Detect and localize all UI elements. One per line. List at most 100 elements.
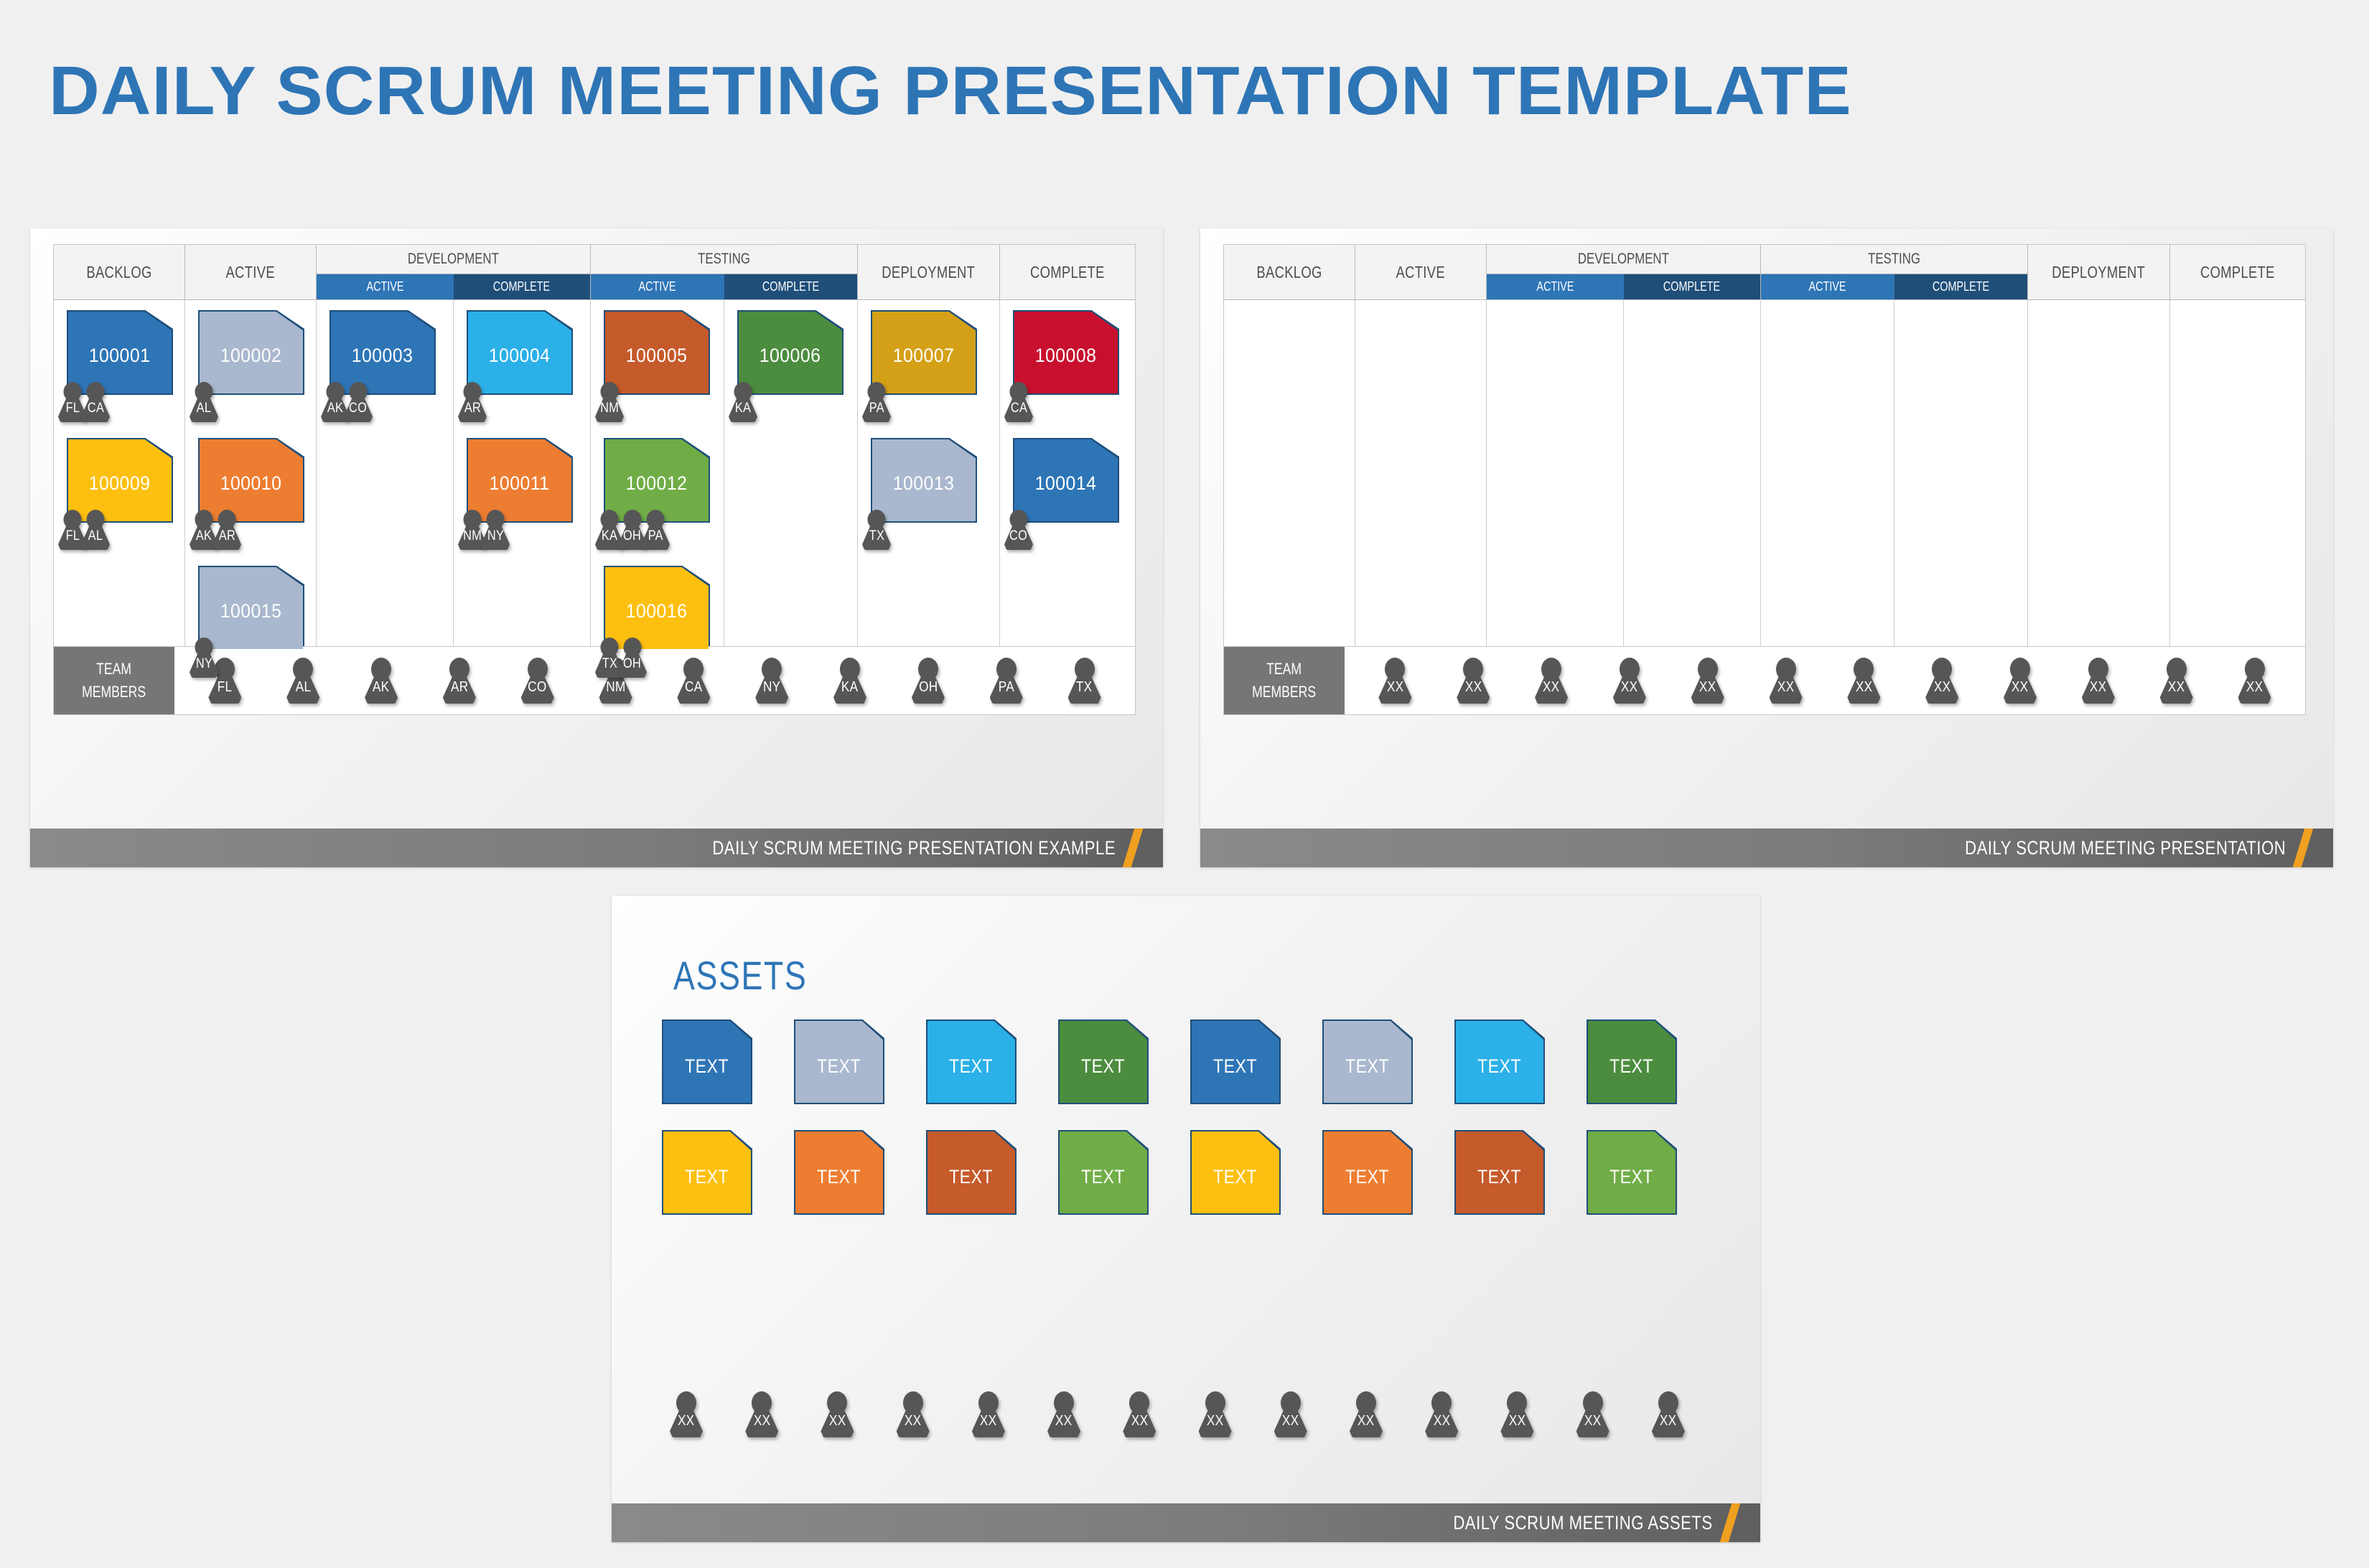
story-card[interactable]: 100011 NM NY bbox=[454, 428, 590, 556]
team-members-avatars: FL AL AK AR CO NM CA NY KA OH PA TX bbox=[174, 647, 1135, 714]
board-column[interactable] bbox=[1355, 300, 1487, 683]
assets-row: TEXT TEXT TEXT TEXT TEXT TEXT TEXT TEXT bbox=[662, 1130, 1710, 1215]
story-card[interactable]: 100014 CO bbox=[1000, 428, 1135, 556]
board-column[interactable]: 100006 KA bbox=[724, 300, 858, 683]
slide-footer-example: DAILY SCRUM MEETING PRESENTATION EXAMPLE bbox=[30, 829, 1163, 867]
avatar-initials: KA bbox=[734, 401, 752, 416]
asset-swatch[interactable]: TEXT bbox=[662, 1019, 752, 1104]
board-column[interactable]: 100003 AK CO bbox=[317, 300, 454, 683]
board-column[interactable]: 100008 CA 100014 CO bbox=[1000, 300, 1135, 683]
story-card[interactable]: 100012 KA OH PA bbox=[591, 428, 724, 556]
asset-label: TEXT bbox=[1477, 1165, 1522, 1187]
asset-swatch[interactable]: TEXT bbox=[1058, 1130, 1149, 1215]
avatar-initials: XX bbox=[1131, 1413, 1149, 1429]
team-member-avatar: XX bbox=[1272, 1391, 1309, 1437]
assignee-avatar: OH bbox=[617, 638, 648, 678]
avatar-initials: XX bbox=[1699, 679, 1716, 695]
group-title-testing: TESTING bbox=[1761, 245, 2027, 274]
asset-label: TEXT bbox=[817, 1055, 861, 1077]
board-column[interactable]: 100001 FL CA 100009 FL AL bbox=[54, 300, 185, 683]
assignee-avatar: PA bbox=[861, 382, 892, 422]
column-header-complete: COMPLETE bbox=[1000, 245, 1135, 299]
assignee-avatar: AR bbox=[211, 510, 243, 550]
story-card[interactable]: 100013 TX bbox=[858, 428, 999, 556]
assignee-avatar: AR bbox=[457, 382, 488, 422]
story-card[interactable]: 100004 AR bbox=[454, 300, 590, 428]
team-member-avatar: XX bbox=[1121, 1391, 1158, 1437]
board-column[interactable] bbox=[1487, 300, 1624, 683]
board-column[interactable]: 100002 AL 100010 AK AR 100015 NY bbox=[185, 300, 317, 683]
story-card[interactable]: 100003 AK CO bbox=[317, 300, 453, 428]
board-column[interactable] bbox=[1624, 300, 1761, 683]
story-card[interactable]: 100006 KA bbox=[724, 300, 857, 428]
story-card[interactable]: 100010 AK AR bbox=[185, 428, 316, 556]
subcolumn-test-active: ACTIVE bbox=[1761, 274, 1894, 299]
asset-swatch[interactable]: TEXT bbox=[1454, 1130, 1545, 1215]
asset-swatch[interactable]: TEXT bbox=[1190, 1019, 1281, 1104]
story-card[interactable]: 100002 AL bbox=[185, 300, 316, 428]
avatar-initials: AL bbox=[295, 679, 312, 695]
team-member-avatar: AL bbox=[284, 658, 322, 704]
team-member-avatar: AK bbox=[363, 658, 400, 704]
asset-swatch[interactable]: TEXT bbox=[1454, 1019, 1545, 1104]
asset-label: TEXT bbox=[1345, 1055, 1390, 1077]
asset-swatch[interactable]: TEXT bbox=[1322, 1130, 1413, 1215]
asset-label: TEXT bbox=[949, 1165, 994, 1187]
team-member-avatar: NY bbox=[753, 658, 790, 704]
asset-swatch[interactable]: TEXT bbox=[1190, 1130, 1281, 1215]
asset-swatch[interactable]: TEXT bbox=[926, 1130, 1017, 1215]
asset-swatch[interactable]: TEXT bbox=[926, 1019, 1017, 1104]
avatar-initials: CO bbox=[1009, 528, 1028, 543]
assignee-avatar: KA bbox=[727, 382, 759, 422]
column-header-active: ACTIVE bbox=[185, 245, 317, 299]
team-member-avatar: XX bbox=[1650, 1391, 1687, 1437]
story-card[interactable]: 100007 PA bbox=[858, 300, 999, 428]
asset-swatch[interactable]: TEXT bbox=[1587, 1130, 1677, 1215]
board-header-row: BACKLOG ACTIVE DEVELOPMENT ACTIVE COMPLE… bbox=[1224, 245, 2305, 300]
team-member-avatar: XX bbox=[2001, 658, 2039, 704]
avatar-initials: XX bbox=[1282, 1413, 1299, 1429]
avatar-initials: XX bbox=[1464, 679, 1482, 695]
team-member-avatar: XX bbox=[1454, 658, 1492, 704]
avatar-initials: XX bbox=[1206, 1413, 1224, 1429]
board-column[interactable]: 100005 NM 100012 KA OH PA 100016 TX OH bbox=[591, 300, 724, 683]
board-column[interactable] bbox=[1224, 300, 1355, 683]
card-assignees: FL AL bbox=[57, 510, 110, 550]
team-member-avatar: CA bbox=[675, 658, 712, 704]
board-column[interactable] bbox=[1761, 300, 1894, 683]
asset-swatch[interactable]: TEXT bbox=[1587, 1019, 1677, 1104]
board-column[interactable]: 100004 AR 100011 NM NY bbox=[454, 300, 591, 683]
avatar-initials: CA bbox=[685, 679, 703, 695]
team-members-label: TEAM MEMBERS bbox=[54, 647, 174, 714]
asset-swatch[interactable]: TEXT bbox=[1322, 1019, 1413, 1104]
story-card[interactable]: 100005 NM bbox=[591, 300, 724, 428]
story-card[interactable]: 100009 FL AL bbox=[54, 428, 184, 556]
column-group-development: DEVELOPMENT ACTIVE COMPLETE bbox=[1487, 245, 1761, 299]
board-column[interactable] bbox=[2028, 300, 2170, 683]
avatar-initials: XX bbox=[2011, 679, 2029, 695]
board-column[interactable] bbox=[2170, 300, 2305, 683]
team-member-avatar: XX bbox=[1845, 658, 1882, 704]
story-card[interactable]: 100001 FL CA bbox=[54, 300, 184, 428]
card-assignees: FL CA bbox=[57, 382, 110, 422]
asset-label: TEXT bbox=[1081, 1165, 1126, 1187]
asset-label: TEXT bbox=[1609, 1055, 1654, 1077]
column-header-active: ACTIVE bbox=[1355, 245, 1487, 299]
subcolumn-dev-active: ACTIVE bbox=[1487, 274, 1624, 299]
board-column[interactable]: 100007 PA 100013 TX bbox=[858, 300, 1000, 683]
avatar-initials: XX bbox=[1660, 1413, 1677, 1429]
avatar-initials: AL bbox=[88, 528, 103, 543]
story-card[interactable]: 100008 CA bbox=[1000, 300, 1135, 428]
asset-swatch[interactable]: TEXT bbox=[794, 1019, 884, 1104]
assets-title: ASSETS bbox=[673, 953, 808, 998]
team-member-avatar: XX bbox=[2080, 658, 2117, 704]
team-member-avatar: XX bbox=[2236, 658, 2274, 704]
team-member-avatar: XX bbox=[1923, 658, 1961, 704]
asset-swatch[interactable]: TEXT bbox=[1058, 1019, 1149, 1104]
asset-swatch[interactable]: TEXT bbox=[794, 1130, 884, 1215]
avatar-initials: XX bbox=[828, 1413, 846, 1429]
board-column[interactable] bbox=[1894, 300, 2028, 683]
column-header-complete: COMPLETE bbox=[2170, 245, 2305, 299]
avatar-initials: OH bbox=[623, 656, 642, 671]
asset-swatch[interactable]: TEXT bbox=[662, 1130, 752, 1215]
